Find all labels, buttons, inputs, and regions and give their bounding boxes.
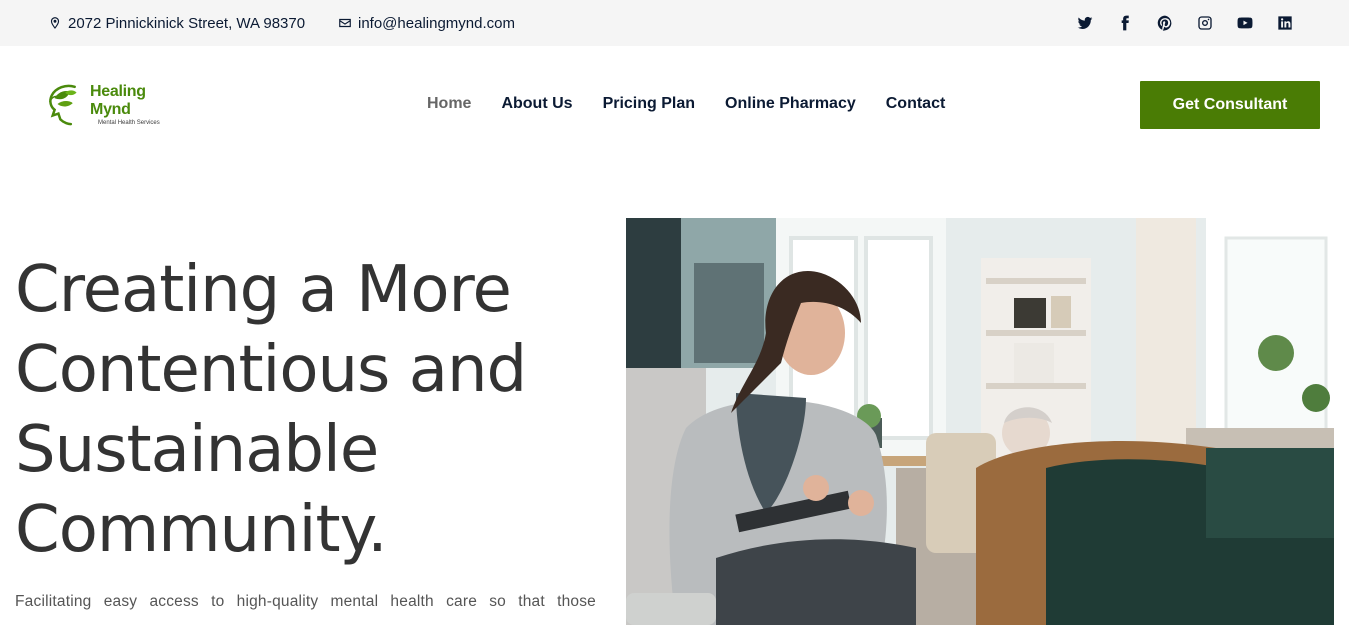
address-text: 2072 Pinnickinick Street, WA 98370 (68, 14, 306, 32)
linkedin-link[interactable] (1265, 0, 1305, 46)
email-text: info@healingmynd.com (358, 14, 515, 32)
logo-tagline: Mental Health Services (98, 120, 160, 126)
leaf-head-logo-icon (49, 84, 77, 126)
top-bar: 2072 Pinnickinick Street, WA 98370 info@… (0, 0, 1349, 46)
facebook-icon (1121, 15, 1129, 31)
envelope-icon (339, 18, 351, 28)
twitter-icon (1077, 16, 1093, 29)
twitter-link[interactable] (1065, 0, 1105, 46)
instagram-link[interactable] (1185, 0, 1225, 46)
address-info: 2072 Pinnickinick Street, WA 98370 (48, 0, 305, 46)
hero-therapy-photo (626, 218, 1334, 625)
hero-title: Creating a More Contentious and Sustaina… (15, 250, 595, 570)
logo-name: Healing Mynd (90, 83, 146, 118)
nav-contact[interactable]: Contact (871, 95, 961, 113)
facebook-link[interactable] (1105, 0, 1145, 46)
nav-online-pharmacy[interactable]: Online Pharmacy (710, 95, 871, 113)
instagram-icon (1198, 16, 1212, 30)
nav-about-us[interactable]: About Us (486, 95, 587, 113)
therapy-session-illustration (626, 218, 1334, 625)
site-logo[interactable]: Healing Mynd Mental Health Services (46, 82, 186, 128)
youtube-link[interactable] (1225, 0, 1265, 46)
nav-home[interactable]: Home (412, 95, 486, 113)
youtube-icon (1237, 17, 1253, 29)
hero-title-line: Contentious and (15, 333, 527, 407)
pinterest-icon (1157, 15, 1172, 31)
get-consultant-button[interactable]: Get Consultant (1140, 81, 1320, 129)
location-pin-icon (50, 17, 60, 29)
pinterest-link[interactable] (1145, 0, 1185, 46)
hero-title-line: Creating a More (15, 253, 512, 327)
main-nav: Home About Us Pricing Plan Online Pharma… (412, 46, 960, 162)
linkedin-icon (1278, 16, 1292, 30)
site-header: Healing Mynd Mental Health Services Home… (0, 46, 1349, 166)
nav-pricing-plan[interactable]: Pricing Plan (588, 95, 710, 113)
hero-title-line: Community. (15, 493, 388, 567)
hero-subtitle: Facilitating easy access to high-quality… (15, 593, 596, 610)
email-link[interactable]: info@healingmynd.com (338, 0, 515, 46)
hero-title-line: Sustainable (15, 413, 379, 487)
social-links (1065, 0, 1305, 46)
